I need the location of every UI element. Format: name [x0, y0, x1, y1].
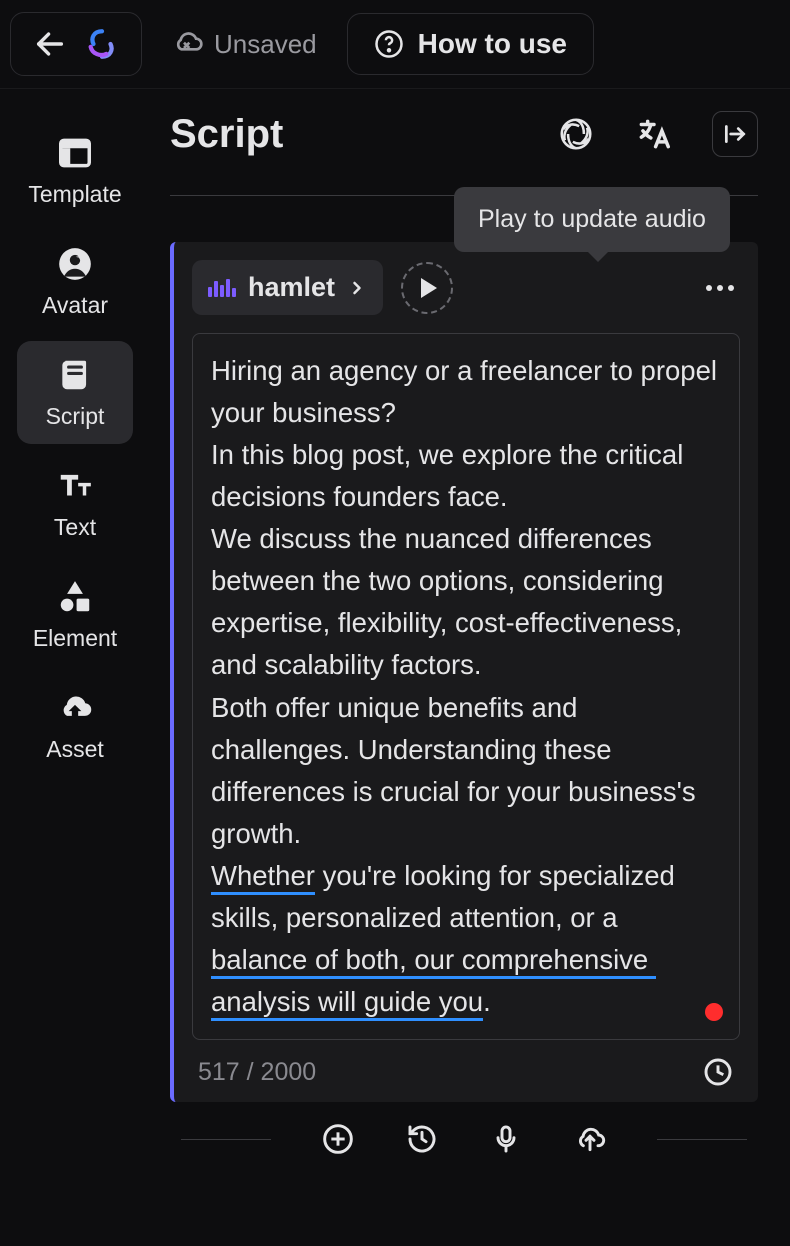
voice-wave-icon	[208, 279, 236, 297]
sidebar-item-label: Text	[54, 514, 96, 541]
translate-icon	[635, 115, 673, 153]
voice-selector[interactable]: hamlet	[192, 260, 383, 315]
sidebar-item-label: Asset	[46, 736, 104, 763]
top-bar: Unsaved How to use	[0, 0, 790, 89]
microphone-icon	[490, 1123, 522, 1155]
cloud-upload-icon	[56, 689, 94, 727]
translate-button[interactable]	[634, 114, 674, 154]
scene-panel: hamlet Hiring an agency or a freelancer …	[170, 242, 758, 1102]
toolbar-separator	[181, 1139, 271, 1140]
scene-more-button[interactable]	[700, 279, 740, 297]
sidebar-item-label: Avatar	[42, 292, 108, 319]
sidebar-item-label: Template	[28, 181, 121, 208]
panel-header: Script	[170, 111, 758, 177]
openai-icon	[557, 115, 595, 153]
sidebar-item-avatar[interactable]: Avatar	[17, 230, 133, 333]
sidebar-item-element[interactable]: Element	[17, 563, 133, 666]
char-counter: 517 / 2000	[198, 1058, 316, 1087]
collapse-panel-button[interactable]	[712, 111, 758, 157]
sidebar-item-asset[interactable]: Asset	[17, 674, 133, 777]
script-content: Hiring an agency or a freelancer to prop…	[211, 350, 721, 1023]
clock-icon	[702, 1056, 734, 1088]
sidebar-item-script[interactable]: Script	[17, 341, 133, 444]
history-icon	[406, 1123, 438, 1155]
page-title: Script	[170, 112, 283, 157]
sidebar-item-template[interactable]: Template	[17, 119, 133, 222]
ai-generate-button[interactable]	[556, 114, 596, 154]
plus-circle-icon	[322, 1123, 354, 1155]
upload-audio-button[interactable]	[573, 1122, 607, 1156]
template-icon	[56, 134, 94, 172]
chevron-right-icon	[347, 278, 367, 298]
cloud-unsaved-icon	[172, 28, 204, 60]
swirl-logo-icon	[85, 27, 119, 61]
play-icon	[421, 278, 437, 298]
script-icon	[56, 356, 94, 394]
sidebar-item-label: Script	[46, 403, 105, 430]
tooltip-text: Play to update audio	[478, 205, 706, 233]
save-status: Unsaved	[172, 28, 317, 60]
duration-button[interactable]	[702, 1056, 734, 1088]
app-logo[interactable]	[85, 27, 119, 61]
play-tooltip: Play to update audio	[454, 187, 730, 252]
recording-indicator	[705, 1003, 723, 1021]
script-textarea[interactable]: Hiring an agency or a freelancer to prop…	[192, 333, 740, 1040]
how-to-use-button[interactable]: How to use	[347, 13, 594, 75]
add-scene-button[interactable]	[321, 1122, 355, 1156]
text-icon	[56, 467, 94, 505]
collapse-right-icon	[722, 121, 748, 147]
upload-cloud-icon	[574, 1123, 606, 1155]
sidebar: Template Avatar Script Text Element Asse…	[0, 89, 150, 1245]
avatar-icon	[56, 245, 94, 283]
sidebar-item-label: Element	[33, 625, 117, 652]
arrow-left-icon	[33, 27, 67, 61]
shapes-icon	[56, 578, 94, 616]
how-to-use-label: How to use	[418, 28, 567, 60]
question-circle-icon	[374, 29, 404, 59]
toolbar-separator	[657, 1139, 747, 1140]
save-status-label: Unsaved	[214, 29, 317, 60]
sidebar-item-text[interactable]: Text	[17, 452, 133, 555]
record-mic-button[interactable]	[489, 1122, 523, 1156]
bottom-toolbar	[170, 1102, 758, 1166]
voice-name: hamlet	[248, 272, 335, 303]
history-button[interactable]	[405, 1122, 439, 1156]
top-left-group	[10, 12, 142, 76]
back-button[interactable]	[33, 27, 67, 61]
play-audio-button[interactable]	[401, 262, 453, 314]
